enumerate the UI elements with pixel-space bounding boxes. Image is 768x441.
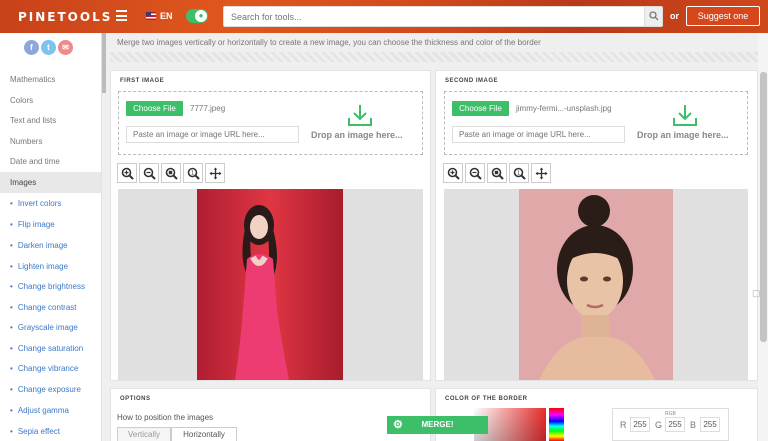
sidebar-item-numbers[interactable]: Numbers — [0, 131, 101, 152]
search-input[interactable] — [223, 6, 663, 27]
second-file-name: jimmy-fermi...-unsplash.jpg — [516, 104, 612, 113]
sidebar-sub-invert-colors[interactable]: Invert colors — [10, 199, 62, 208]
download-icon — [348, 105, 372, 126]
zoom-in-icon — [121, 167, 134, 180]
first-zoom-fit-button[interactable] — [161, 163, 181, 183]
zoom-reset-icon: 1 — [187, 167, 200, 180]
toggle-knob-icon: ● — [195, 10, 207, 22]
side-widget-icon[interactable]: ▢ — [752, 288, 761, 299]
zoom-out-icon — [469, 167, 482, 180]
menu-icon[interactable] — [116, 10, 127, 21]
r-label: R — [620, 420, 627, 430]
sidebar-sub-change-exposure[interactable]: Change exposure — [10, 385, 81, 394]
logo[interactable]: PINETOOLS — [18, 10, 112, 24]
g-label: G — [655, 420, 663, 430]
sidebar-sub-sepia-effect[interactable]: Sepia effect — [10, 427, 60, 436]
second-zoom-fit-button[interactable] — [487, 163, 507, 183]
mail-icon[interactable]: ✉ — [58, 40, 73, 55]
b-label: B — [690, 420, 697, 430]
first-url-input[interactable] — [126, 126, 299, 143]
zoom-reset-icon: 1 — [513, 167, 526, 180]
sidebar-sub-flip-image[interactable]: Flip image — [10, 220, 55, 229]
download-icon — [673, 105, 697, 126]
second-image-photo — [519, 189, 673, 380]
sidebar-sub-grayscale-image[interactable]: Grayscale image — [10, 323, 78, 332]
twitter-icon[interactable]: t — [41, 40, 56, 55]
or-label: or — [670, 11, 679, 21]
social-links: f t ✉ — [24, 40, 75, 55]
hue-slider[interactable] — [549, 408, 564, 441]
sidebar-item-images[interactable]: Images — [0, 172, 101, 193]
search-icon — [649, 11, 659, 21]
second-move-button[interactable] — [531, 163, 551, 183]
b-input[interactable]: 255 — [700, 417, 720, 432]
sidebar-scrollbar[interactable] — [102, 33, 106, 93]
second-zoom-out-button[interactable] — [465, 163, 485, 183]
first-image-photo — [197, 189, 343, 380]
sidebar-sub-darken-image[interactable]: Darken image — [10, 241, 68, 250]
second-zoom-in-button[interactable] — [443, 163, 463, 183]
sidebar-sub-change-vibrance[interactable]: Change vibrance — [10, 364, 78, 373]
language-selector[interactable]: EN — [160, 11, 173, 21]
sidebar-sub-adjust-gamma[interactable]: Adjust gamma — [10, 406, 69, 415]
sidebar-item-date-and-time[interactable]: Date and time — [0, 151, 101, 172]
scrollbar-thumb[interactable] — [760, 72, 767, 342]
divider-stripe — [110, 52, 758, 62]
first-file-name: 7777.jpeg — [190, 104, 226, 113]
first-move-button[interactable] — [205, 163, 225, 183]
first-zoom-in-button[interactable] — [117, 163, 137, 183]
suggest-button[interactable]: Suggest one — [686, 6, 760, 26]
merge-label: MERGE! — [421, 420, 454, 429]
first-zoom-out-button[interactable] — [139, 163, 159, 183]
sidebar-sub-change-saturation[interactable]: Change saturation — [10, 344, 83, 353]
sidebar: f t ✉ Mathematics Colors Text and lists Nu… — [0, 33, 102, 441]
vertical-option[interactable]: Vertically — [117, 427, 171, 441]
second-zoom-reset-button[interactable]: 1 — [509, 163, 529, 183]
svg-text:1: 1 — [517, 171, 520, 177]
sidebar-sub-lighten-image[interactable]: Lighten image — [10, 262, 68, 271]
search-button[interactable] — [644, 7, 662, 26]
first-image-title: FIRST IMAGE — [120, 78, 165, 84]
second-choose-file-button[interactable]: Choose File — [452, 101, 509, 116]
horizontal-option[interactable]: Horizontally — [171, 427, 237, 441]
first-zoom-reset-button[interactable]: 1 — [183, 163, 203, 183]
facebook-icon[interactable]: f — [24, 40, 39, 55]
second-image-title: SECOND IMAGE — [445, 78, 499, 84]
zoom-out-icon — [143, 167, 156, 180]
r-input[interactable]: 255 — [630, 417, 650, 432]
merge-button[interactable]: ⚙ MERGE! — [387, 416, 488, 434]
theme-toggle[interactable]: ● — [186, 9, 208, 23]
second-url-input[interactable] — [452, 126, 625, 143]
zoom-fit-icon — [165, 167, 178, 180]
sidebar-sub-change-contrast[interactable]: Change contrast — [10, 303, 77, 312]
g-input[interactable]: 255 — [665, 417, 685, 432]
zoom-in-icon — [447, 167, 460, 180]
svg-text:1: 1 — [191, 171, 194, 177]
move-icon — [535, 167, 548, 180]
zoom-fit-icon — [491, 167, 504, 180]
top-bar: PINETOOLS EN ● or Suggest one — [0, 0, 768, 33]
move-icon — [209, 167, 222, 180]
first-choose-file-button[interactable]: Choose File — [126, 101, 183, 116]
sidebar-sub-change-brightness[interactable]: Change brightness — [10, 282, 85, 291]
sidebar-item-mathematics[interactable]: Mathematics — [0, 69, 101, 90]
options-title: OPTIONS — [120, 396, 151, 402]
tool-description: Merge two images vertically or horizonta… — [117, 38, 541, 47]
sidebar-item-colors[interactable]: Colors — [0, 90, 101, 111]
sidebar-item-text-and-lists[interactable]: Text and lists — [0, 110, 101, 131]
gear-icon: ⚙ — [393, 419, 403, 431]
us-flag-icon[interactable] — [146, 12, 156, 20]
first-drop-text: Drop an image here... — [311, 130, 403, 140]
border-color-title: COLOR OF THE BORDER — [445, 396, 528, 402]
second-drop-text: Drop an image here... — [637, 130, 729, 140]
position-label: How to position the images — [117, 413, 214, 422]
